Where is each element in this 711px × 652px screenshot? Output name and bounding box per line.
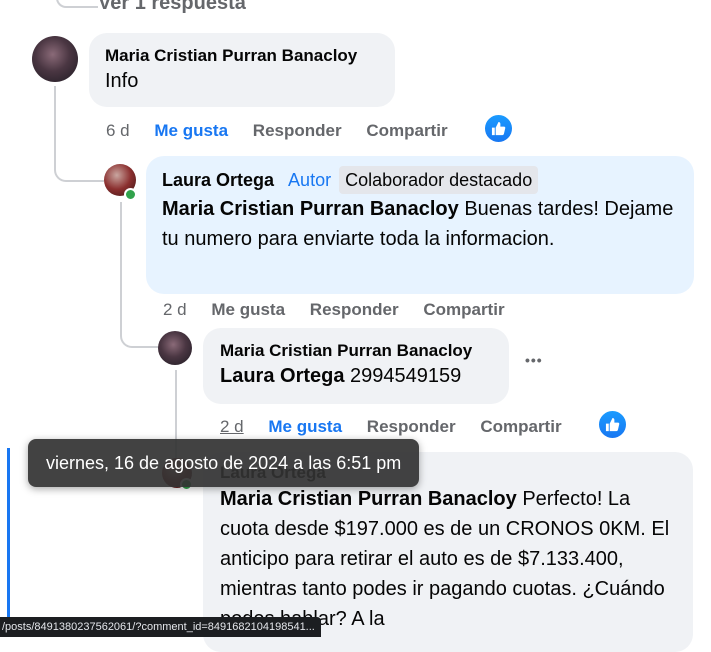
comment-bubble: Maria Cristian Purran Banacloy Info bbox=[89, 33, 395, 107]
comment-text: Maria Cristian Purran Banacloy Perfecto!… bbox=[220, 488, 670, 630]
thread-connector bbox=[56, 0, 98, 8]
comment-author[interactable]: Maria Cristian Purran Banacloy bbox=[105, 45, 379, 67]
online-status-dot bbox=[124, 188, 137, 201]
like-button[interactable]: Me gusta bbox=[268, 417, 342, 436]
like-button[interactable]: Me gusta bbox=[154, 121, 228, 140]
reply-button[interactable]: Responder bbox=[253, 121, 342, 140]
comment-text: Maria Cristian Purran Banacloy Buenas ta… bbox=[162, 198, 674, 250]
comment-text: Info bbox=[105, 70, 139, 92]
focus-indicator bbox=[7, 448, 10, 618]
like-button[interactable]: Me gusta bbox=[211, 300, 285, 319]
share-button[interactable]: Compartir bbox=[480, 417, 561, 436]
comment-bubble-highlighted: Laura Ortega Autor Colaborador destacado M… bbox=[146, 156, 694, 294]
mention-link[interactable]: Laura Ortega bbox=[220, 365, 344, 387]
featured-contributor-badge: Colaborador destacado bbox=[339, 166, 539, 194]
timestamp-tooltip: viernes, 16 de agosto de 2024 a las 6:51… bbox=[28, 439, 420, 487]
share-button[interactable]: Compartir bbox=[423, 300, 504, 319]
reply-button[interactable]: Responder bbox=[310, 300, 399, 319]
more-options-icon[interactable]: ••• bbox=[525, 352, 543, 368]
reply-button[interactable]: Responder bbox=[367, 417, 456, 436]
avatar[interactable] bbox=[158, 331, 192, 365]
comment-timestamp[interactable]: 2 d bbox=[163, 300, 187, 319]
comment-actions: 2 d Me gusta Responder Compartir bbox=[163, 300, 525, 320]
avatar[interactable] bbox=[32, 36, 78, 82]
comment-text: Laura Ortega 2994549159 bbox=[220, 365, 462, 387]
share-button[interactable]: Compartir bbox=[366, 121, 447, 140]
view-replies-link[interactable]: Ver 1 respuesta bbox=[98, 0, 246, 15]
comment-timestamp[interactable]: 6 d bbox=[106, 121, 130, 140]
comment-actions: 6 d Me gusta Responder Compartir bbox=[106, 121, 468, 141]
comment-actions: 2 d Me gusta Responder Compartir bbox=[220, 417, 582, 437]
status-bar-url: /posts/8491380237562061/?comment_id=8491… bbox=[0, 617, 321, 637]
comment-bubble: Maria Cristian Purran Banacloy Laura Ort… bbox=[203, 328, 509, 404]
comment-author[interactable]: Maria Cristian Purran Banacloy bbox=[220, 340, 492, 362]
mention-link[interactable]: Maria Cristian Purran Banacloy bbox=[220, 488, 517, 510]
like-reaction-icon[interactable] bbox=[598, 410, 627, 439]
like-reaction-icon[interactable] bbox=[484, 114, 513, 143]
mention-link[interactable]: Maria Cristian Purran Banacloy bbox=[162, 198, 459, 220]
author-badge: Autor bbox=[288, 170, 332, 190]
comment-timestamp[interactable]: 2 d bbox=[220, 417, 244, 436]
comment-author[interactable]: Laura Ortega bbox=[162, 170, 274, 190]
